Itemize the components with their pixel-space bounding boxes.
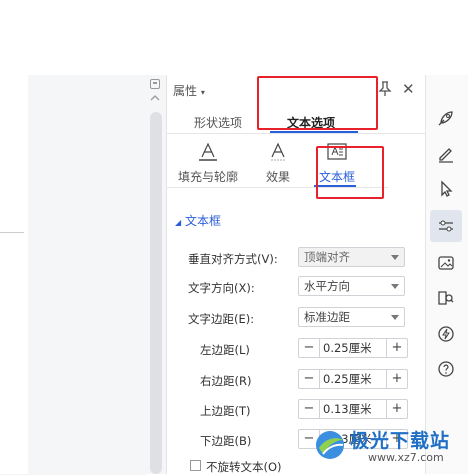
section-title: 文本框 <box>184 214 221 228</box>
image-icon[interactable] <box>433 250 459 276</box>
document-page <box>0 75 28 474</box>
section-textbox-header[interactable]: ◢ 文本框 <box>175 212 221 229</box>
right-margin-stepper[interactable]: −0.25厘米 + <box>298 369 408 389</box>
top-margin-label: 上边距(T) <box>200 404 251 418</box>
text-margin-select[interactable]: 标准边距 <box>298 307 405 327</box>
select-value: 标准边距 <box>304 310 350 324</box>
right-margin-label: 右边距(R) <box>200 374 252 388</box>
highlight-box-tab <box>257 76 378 130</box>
increment-button[interactable]: + <box>386 370 407 388</box>
tab-shape-options[interactable]: 形状选项 <box>194 114 242 131</box>
vertical-align-label: 垂直对齐方式(V): <box>188 252 278 266</box>
lightning-icon[interactable] <box>433 321 459 347</box>
text-effect-icon <box>271 142 285 161</box>
text-margin-label: 文字边距(E): <box>188 312 255 326</box>
stepper-value[interactable]: 0.25厘米 <box>323 339 385 357</box>
pin-icon[interactable] <box>378 81 392 97</box>
scrollbar-thumb[interactable] <box>150 112 162 474</box>
caret-down-icon <box>391 255 399 260</box>
caret-down-icon <box>391 315 399 320</box>
subtab-label: 效果 <box>265 170 290 184</box>
select-value: 水平方向 <box>304 279 350 293</box>
left-margin-label: 左边距(L) <box>200 343 250 357</box>
increment-button[interactable]: + <box>386 339 407 357</box>
decrement-button[interactable]: − <box>299 400 320 418</box>
stepper-value[interactable]: 0.13厘米 <box>323 400 385 418</box>
bottom-margin-label: 下边距(B) <box>200 434 252 448</box>
no-rotate-checkbox[interactable] <box>190 460 201 471</box>
page-edge-line <box>0 232 24 233</box>
triangle-down-icon: ◢ <box>175 218 182 227</box>
panel-title: 属性 <box>173 84 198 98</box>
scroll-up-icon[interactable] <box>150 95 160 101</box>
highlight-box-subtab <box>316 146 384 199</box>
select-value: 顶端对齐 <box>304 250 350 264</box>
panel-title-dropdown[interactable]: 属性 ▾ <box>173 82 205 99</box>
text-fill-outline-icon <box>199 142 217 161</box>
increment-button[interactable]: + <box>386 400 407 418</box>
document-top-area <box>0 0 468 75</box>
tab-divider <box>166 133 425 134</box>
pen-icon[interactable] <box>433 141 459 167</box>
collapse-panel-icon[interactable] <box>150 79 160 89</box>
no-rotate-label[interactable]: 不旋转文本(O) <box>206 459 282 475</box>
decrement-button[interactable]: − <box>299 370 320 388</box>
chevron-down-icon: ▾ <box>200 88 205 97</box>
text-direction-select[interactable]: 水平方向 <box>298 276 405 296</box>
close-icon[interactable]: ✕ <box>402 82 415 97</box>
watermark-url: www.xz7.com <box>368 451 444 464</box>
document-gap <box>28 75 146 474</box>
cursor-icon[interactable] <box>433 176 459 202</box>
sliders-icon[interactable] <box>433 213 459 239</box>
top-margin-stepper[interactable]: −0.13厘米 + <box>298 399 408 419</box>
text-direction-label: 文字方向(X): <box>188 281 255 295</box>
vertical-align-select[interactable]: 顶端对齐 <box>298 247 405 267</box>
help-icon[interactable] <box>433 356 459 382</box>
subtab-fill-outline[interactable]: 填充与轮廓 <box>172 142 244 185</box>
subtab-effect[interactable]: 效果 <box>258 142 298 185</box>
caret-down-icon <box>391 284 399 289</box>
left-margin-stepper[interactable]: −0.25厘米 + <box>298 338 408 358</box>
decrement-button[interactable]: − <box>299 339 320 357</box>
book-search-icon[interactable] <box>433 285 459 311</box>
watermark-logo <box>316 431 344 459</box>
watermark-text: 极光下载站 <box>350 430 451 452</box>
stepper-value[interactable]: 0.25厘米 <box>323 370 385 388</box>
rocket-icon[interactable] <box>433 105 459 131</box>
subtab-label: 填充与轮廓 <box>177 170 238 184</box>
